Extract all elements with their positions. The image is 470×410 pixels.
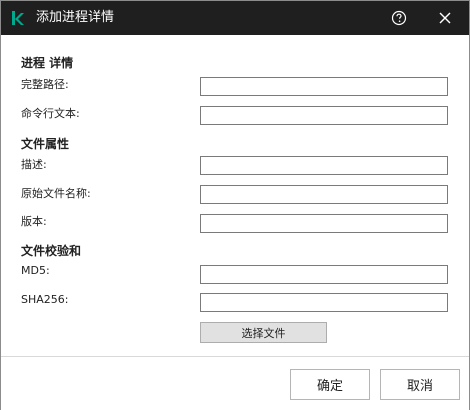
sha256-label: SHA256: xyxy=(21,293,69,306)
file-attributes-heading: 文件属性 xyxy=(21,137,70,151)
full-path-label: 完整路径: xyxy=(21,78,69,91)
md5-input[interactable] xyxy=(200,265,448,284)
command-line-input[interactable] xyxy=(200,106,448,125)
description-label: 描述: xyxy=(21,158,47,171)
select-file-button[interactable]: 选择文件 xyxy=(200,322,327,343)
version-label: 版本: xyxy=(21,215,47,228)
title-bar[interactable]: 添加进程详情 xyxy=(1,1,469,35)
command-line-label: 命令行文本: xyxy=(21,107,80,120)
original-filename-label: 原始文件名称: xyxy=(21,187,91,200)
dialog-footer: 确定 取消 xyxy=(1,356,469,410)
sha256-input[interactable] xyxy=(200,293,448,312)
full-path-input[interactable] xyxy=(200,77,448,96)
process-details-heading: 进程 详情 xyxy=(21,56,74,70)
help-icon[interactable] xyxy=(391,10,407,26)
original-filename-input[interactable] xyxy=(200,185,448,204)
description-input[interactable] xyxy=(200,156,448,175)
cancel-button[interactable]: 取消 xyxy=(380,369,460,400)
add-process-details-dialog: 添加进程详情 进程 详情 完整路径: 命令行文本: 文件属性 描述: 原始文件名… xyxy=(0,0,470,410)
md5-label: MD5: xyxy=(21,264,50,277)
kaspersky-logo-icon xyxy=(12,11,24,25)
ok-button[interactable]: 确定 xyxy=(290,369,370,400)
dialog-title: 添加进程详情 xyxy=(36,10,115,25)
close-icon[interactable] xyxy=(437,10,453,26)
file-checksum-heading: 文件校验和 xyxy=(21,244,82,258)
version-input[interactable] xyxy=(200,214,448,233)
